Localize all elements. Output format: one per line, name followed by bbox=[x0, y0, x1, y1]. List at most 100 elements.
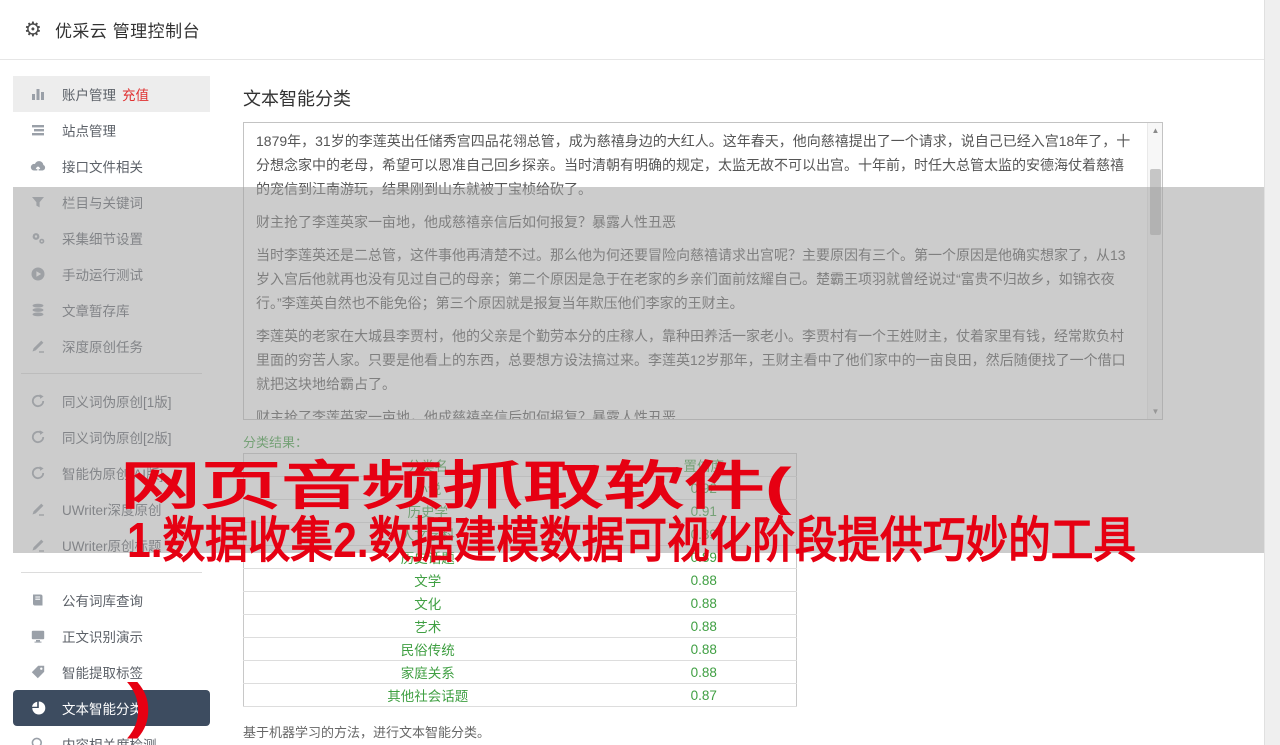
footer-note: 基于机器学习的方法，进行文本智能分类。 bbox=[243, 725, 491, 740]
article-paragraph: 财主抢了李莲英家一亩地，他成慈禧亲信后如何报复？暴露人性丑恶 bbox=[256, 409, 676, 420]
sidebar-item-text-classification[interactable]: 文本智能分类 bbox=[13, 690, 210, 726]
category-cell: 历史学 bbox=[243, 499, 612, 523]
sidebar-item-label: 文章暂存库 bbox=[62, 304, 130, 319]
sidebar: 账户管理 充值站点管理接口文件相关 栏目与关键词 采集细节设置手动运行测试文章暂存库深… bbox=[13, 76, 210, 745]
confidence-cell: 0.88 bbox=[611, 637, 797, 661]
filter-icon bbox=[30, 194, 47, 210]
table-row: 其他社会话题 0.87 bbox=[243, 683, 797, 707]
article-paragraph: 1879年，31岁的李莲英出任储秀宫四品花翎总管，成为慈禧身边的大红人。这年春天… bbox=[256, 133, 1131, 197]
sidebar-item-label: 智能提取标签 bbox=[62, 666, 143, 681]
list-icon bbox=[30, 122, 47, 138]
category-cell: 历史话题 bbox=[243, 545, 612, 569]
table-column-header: 置信度 bbox=[611, 453, 797, 477]
scrollbar-thumb[interactable] bbox=[1150, 169, 1161, 235]
sidebar-item-content-relevance-check[interactable]: 内容相关度检测 bbox=[13, 726, 210, 745]
cloud-upload-icon bbox=[30, 158, 47, 174]
sidebar-item-collection-settings[interactable]: 采集细节设置 bbox=[13, 220, 210, 256]
scroll-up-arrow[interactable]: ▲ bbox=[1148, 123, 1162, 138]
sidebar-item-label: 智能伪原创[AI版] bbox=[62, 467, 164, 482]
app-title: 优采云 管理控制台 bbox=[54, 22, 201, 41]
sidebar-item-columns-keywords[interactable]: 栏目与关键词 bbox=[13, 184, 210, 220]
edit-icon bbox=[30, 537, 47, 553]
sidebar-item-account-management[interactable]: 账户管理 充值 bbox=[13, 76, 210, 112]
sidebar-item-label: 接口文件相关 bbox=[62, 160, 143, 175]
confidence-cell: 0.87 bbox=[611, 683, 797, 707]
sidebar-item-label: 文本智能分类 bbox=[62, 702, 143, 717]
sidebar-item-smart-tag-extract[interactable]: 智能提取标签 bbox=[13, 654, 210, 690]
sidebar-item-interface-files[interactable]: 接口文件相关 bbox=[13, 148, 210, 184]
database-icon bbox=[30, 302, 47, 318]
confidence-cell: 0.88 bbox=[611, 614, 797, 638]
table-row: 历史学 0.91 bbox=[243, 499, 797, 523]
article-paragraph: 财主抢了李莲英家一亩地，他成慈禧亲信后如何报复？暴露人性丑恶 bbox=[256, 214, 676, 230]
bar-chart-icon bbox=[30, 86, 47, 102]
sidebar-item-uwriter-original-title[interactable]: UWriter原创标题 bbox=[13, 527, 210, 563]
confidence-cell: 0.91 bbox=[611, 499, 797, 523]
category-cell: 艺术 bbox=[243, 614, 612, 638]
pie-chart-icon bbox=[30, 700, 47, 716]
sidebar-item-article-staging[interactable]: 文章暂存库 bbox=[13, 292, 210, 328]
classification-table: 分类名 置信度 小说 0.92 历史学 0.91 人文学科 0.89 历史话题 0.89 文学 0.… bbox=[243, 453, 797, 707]
page-title: 文本智能分类 bbox=[243, 89, 351, 109]
sidebar-item-body-recognition-demo[interactable]: 正文识别演示 bbox=[13, 618, 210, 654]
category-cell: 家庭关系 bbox=[243, 660, 612, 684]
scroll-down-arrow[interactable]: ▼ bbox=[1148, 404, 1162, 419]
refresh-icon bbox=[30, 465, 47, 481]
category-cell: 民俗传统 bbox=[243, 637, 612, 661]
sidebar-divider bbox=[21, 373, 202, 374]
results-label: 分类结果： bbox=[243, 435, 309, 450]
sidebar-item-label: UWriter原创标题 bbox=[62, 539, 162, 554]
sidebar-item-label: 站点管理 bbox=[62, 124, 116, 139]
monitor-icon bbox=[30, 628, 47, 644]
recharge-link[interactable]: 充值 bbox=[122, 84, 149, 104]
sidebar-item-deep-original-task[interactable]: 深度原创任务 bbox=[13, 328, 210, 364]
table-row: 民俗传统 0.88 bbox=[243, 637, 797, 661]
sidebar-item-label: 公有词库查询 bbox=[62, 594, 143, 609]
browser-scrollbar[interactable] bbox=[1264, 0, 1280, 745]
table-row: 文学 0.88 bbox=[243, 568, 797, 592]
gears-icon bbox=[30, 230, 47, 246]
top-header: ⚙ 优采云 管理控制台 bbox=[0, 0, 1264, 60]
edit-icon bbox=[30, 501, 47, 517]
sidebar-item-label: UWriter深度原创 bbox=[62, 503, 162, 518]
edit-icon bbox=[30, 338, 47, 354]
table-row: 家庭关系 0.88 bbox=[243, 660, 797, 684]
sidebar-item-manual-run-test[interactable]: 手动运行测试 bbox=[13, 256, 210, 292]
confidence-cell: 0.88 bbox=[611, 591, 797, 615]
confidence-cell: 0.89 bbox=[611, 545, 797, 569]
table-row: 小说 0.92 bbox=[243, 476, 797, 500]
sidebar-item-label: 栏目与关键词 bbox=[62, 196, 143, 211]
refresh-icon bbox=[30, 393, 47, 409]
sidebar-item-synonym-rewrite-v1[interactable]: 同义词伪原创[1版] bbox=[13, 383, 210, 419]
confidence-cell: 0.92 bbox=[611, 476, 797, 500]
sidebar-item-label: 正文识别演示 bbox=[62, 630, 143, 645]
category-cell: 人文学科 bbox=[243, 522, 612, 546]
search-icon bbox=[30, 736, 47, 745]
sidebar-item-label: 同义词伪原创[2版] bbox=[62, 431, 172, 446]
sidebar-item-smart-rewrite[interactable]: 智能伪原创[AI版] bbox=[13, 455, 210, 491]
sidebar-item-label: 内容相关度检测 bbox=[62, 734, 157, 745]
sidebar-item-label: 采集细节设置 bbox=[62, 232, 143, 247]
gear-icon: ⚙ bbox=[24, 18, 42, 41]
table-row: 历史话题 0.89 bbox=[243, 545, 797, 569]
table-header-row: 分类名 置信度 bbox=[243, 453, 797, 477]
article-textarea[interactable]: 1879年，31岁的李莲英出任储秀宫四品花翎总管，成为慈禧身边的大红人。这年春天… bbox=[243, 122, 1163, 420]
confidence-cell: 0.89 bbox=[611, 522, 797, 546]
refresh-icon bbox=[30, 429, 47, 445]
sidebar-item-uwriter-deep-original[interactable]: UWriter深度原创 bbox=[13, 491, 210, 527]
sidebar-divider bbox=[21, 572, 202, 573]
article-paragraph: 当时李莲英还是二总管，这件事他再清楚不过。那么他为何还要冒险向慈禧请求出宫呢？主… bbox=[256, 247, 1126, 311]
table-column-header: 分类名 bbox=[243, 453, 612, 477]
table-row: 人文学科 0.89 bbox=[243, 522, 797, 546]
sidebar-item-site-management[interactable]: 站点管理 bbox=[13, 112, 210, 148]
confidence-cell: 0.88 bbox=[611, 660, 797, 684]
sidebar-item-label: 账户管理 bbox=[62, 88, 116, 103]
play-icon bbox=[30, 266, 47, 282]
tag-icon bbox=[30, 664, 47, 680]
sidebar-item-public-lexicon-query[interactable]: 公有词库查询 bbox=[13, 582, 210, 618]
sidebar-item-synonym-rewrite-v2[interactable]: 同义词伪原创[2版] bbox=[13, 419, 210, 455]
category-cell: 其他社会话题 bbox=[243, 683, 612, 707]
confidence-cell: 0.88 bbox=[611, 568, 797, 592]
textarea-scrollbar[interactable]: ▲ ▼ bbox=[1147, 123, 1162, 419]
category-cell: 文学 bbox=[243, 568, 612, 592]
